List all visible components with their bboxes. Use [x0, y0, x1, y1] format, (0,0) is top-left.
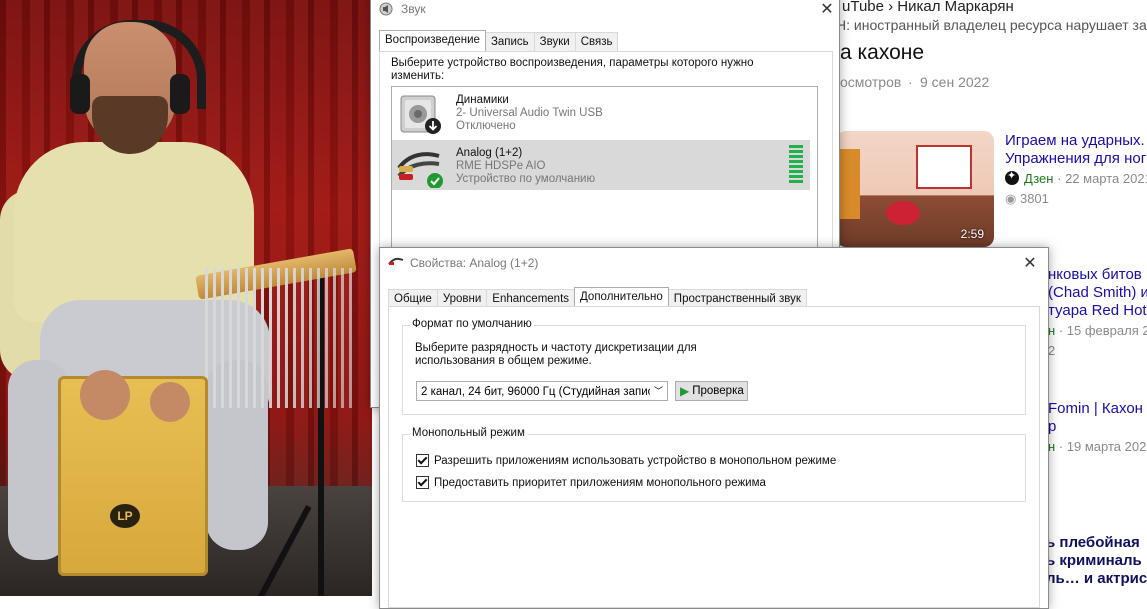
- allow-exclusive-checkbox[interactable]: Разрешить приложениям использовать устро…: [416, 454, 836, 467]
- video-title[interactable]: а кахоне: [840, 41, 924, 65]
- thumb-door: [840, 149, 860, 219]
- left-hand: [80, 370, 130, 420]
- separator-dot: ·: [1057, 171, 1062, 186]
- device-name: Динамики: [456, 94, 509, 106]
- separator-dot: ·: [1058, 439, 1064, 454]
- sound-app-icon: [379, 2, 395, 16]
- card1-source[interactable]: Дзен: [1024, 171, 1053, 186]
- level-bar: [789, 170, 803, 173]
- device-description: RME HDSPe AIO: [456, 160, 546, 172]
- checkbox-checked[interactable]: [416, 454, 429, 467]
- properties-title: Свойства: Analog (1+2): [410, 256, 539, 270]
- speaker-icon: [399, 93, 443, 137]
- close-icon[interactable]: ✕: [1012, 253, 1048, 273]
- level-bar: [789, 165, 803, 168]
- video-frame[interactable]: LP: [0, 0, 372, 596]
- headphone-cup-right: [170, 74, 190, 114]
- video-thumbnail[interactable]: 2:59: [836, 131, 994, 247]
- level-bar: [789, 160, 803, 163]
- tab-advanced[interactable]: Дополнительно: [574, 287, 669, 308]
- card3-title-line2[interactable]: р: [1048, 418, 1056, 435]
- card4-title-line3[interactable]: ль… и актриса: [1046, 570, 1147, 587]
- playback-instruction: Выберите устройство воспроизведения, пар…: [391, 57, 754, 82]
- tab-communications[interactable]: Связь: [574, 32, 619, 53]
- format-description: Выберите разрядность и частоту дискретиз…: [415, 342, 697, 367]
- level-bar: [789, 145, 803, 148]
- thumb-board: [916, 145, 972, 189]
- card4-title-line1[interactable]: ь плебойная: [1046, 534, 1140, 551]
- lp-logo: LP: [110, 504, 140, 528]
- card1-views: ◉ 3801: [1005, 191, 1049, 207]
- eye-icon: ◉: [1005, 191, 1017, 206]
- level-bar: [789, 175, 803, 178]
- exclusive-mode-title: Монопольный режим: [410, 427, 527, 439]
- card1-date: 22 марта 2021: [1065, 171, 1147, 186]
- card2-source[interactable]: н: [1048, 323, 1055, 338]
- views-label: осмотров: [840, 74, 902, 90]
- device-item-speakers[interactable]: Динамики 2- Universal Audio Twin USB Отк…: [392, 87, 812, 139]
- rca-small-icon: [388, 256, 404, 270]
- separator-dot: ·: [908, 74, 913, 90]
- card1-views-count: 3801: [1019, 191, 1049, 206]
- right-hand: [150, 382, 190, 422]
- rca-cable-icon: [395, 144, 445, 189]
- card1-title-line2[interactable]: Упражнения для ног: [1005, 150, 1146, 167]
- device-description: 2- Universal Audio Twin USB: [456, 107, 603, 119]
- card2-title-line3[interactable]: туара Red Hot C: [1048, 302, 1147, 319]
- device-status: Отключено: [456, 120, 516, 132]
- card1-title-line1[interactable]: Играем на ударных.: [1005, 132, 1145, 149]
- properties-titlebar[interactable]: Свойства: Analog (1+2) ✕: [380, 248, 1048, 278]
- headphone-cup-left: [70, 74, 90, 114]
- video-date: 9 сен 2022: [920, 74, 990, 90]
- card2-date: 15 февраля 20: [1066, 323, 1147, 338]
- notice-text: Н: иностранный владелец ресурса нарушает…: [836, 17, 1147, 33]
- level-bar: [789, 155, 803, 158]
- video-duration: 2:59: [960, 227, 984, 241]
- card3-source[interactable]: н: [1048, 439, 1055, 454]
- card2-title-line2[interactable]: (Chad Smith) и: [1048, 284, 1147, 301]
- play-icon: ▶: [680, 384, 690, 398]
- sound-titlebar[interactable]: Звук ✕: [371, 0, 839, 25]
- default-format-group: Формат по умолчанию Выберите разрядность…: [402, 318, 1026, 415]
- volume-level-meter: [789, 145, 803, 185]
- thumb-drum: [886, 201, 920, 225]
- chevron-down-icon: ﹀: [650, 382, 667, 400]
- bar-chimes: [205, 268, 355, 408]
- level-bar: [789, 150, 803, 153]
- card4-title-line2[interactable]: ь криминаль: [1046, 552, 1142, 569]
- allow-exclusive-label: Разрешить приложениям использовать устро…: [434, 454, 837, 467]
- format-select-value: 2 канал, 24 бит, 96000 Гц (Студийная зап…: [421, 386, 654, 398]
- sound-title: Звук: [401, 2, 426, 16]
- test-button-label: Проверка: [692, 385, 744, 397]
- card3-date: 19 марта 2021: [1066, 439, 1147, 454]
- sound-tabs: Воспроизведение Запись Звуки Связь: [379, 30, 619, 53]
- video-author[interactable]: uTube › Никал Маркарян: [842, 0, 1014, 15]
- device-name: Analog (1+2): [456, 147, 523, 159]
- device-item-analog[interactable]: Analog (1+2) RME HDSPe AIO Устройство по…: [392, 140, 810, 190]
- checkbox-checked[interactable]: [416, 476, 429, 489]
- format-select[interactable]: 2 канал, 24 бит, 96000 Гц (Студийная зап…: [416, 381, 668, 401]
- exclusive-priority-checkbox[interactable]: Предоставить приоритет приложениям моноп…: [416, 476, 766, 489]
- dzen-icon: [1005, 169, 1019, 185]
- tab-playback[interactable]: Воспроизведение: [379, 30, 486, 51]
- close-icon[interactable]: ✕: [809, 0, 845, 19]
- test-button[interactable]: ▶ Проверка: [675, 381, 748, 401]
- card2-views: 2: [1048, 343, 1056, 358]
- exclusive-mode-group: Монопольный режим Разрешить приложениям …: [402, 427, 1026, 502]
- advanced-panel: Формат по умолчанию Выберите разрядность…: [388, 306, 1040, 608]
- device-status: Устройство по умолчанию: [456, 173, 596, 185]
- properties-dialog[interactable]: Свойства: Analog (1+2) ✕ Общие Уровни En…: [379, 247, 1049, 609]
- tab-recording[interactable]: Запись: [484, 32, 535, 53]
- card3-title-line1[interactable]: Fomin | Кахон и: [1048, 400, 1147, 417]
- tab-sounds[interactable]: Звуки: [533, 32, 576, 53]
- default-format-title: Формат по умолчанию: [410, 318, 534, 330]
- separator-dot: ·: [1058, 323, 1064, 338]
- card2-title-line1[interactable]: нковых битов Ч: [1048, 266, 1147, 283]
- level-bar: [789, 180, 803, 183]
- exclusive-priority-label: Предоставить приоритет приложениям моноп…: [434, 476, 766, 489]
